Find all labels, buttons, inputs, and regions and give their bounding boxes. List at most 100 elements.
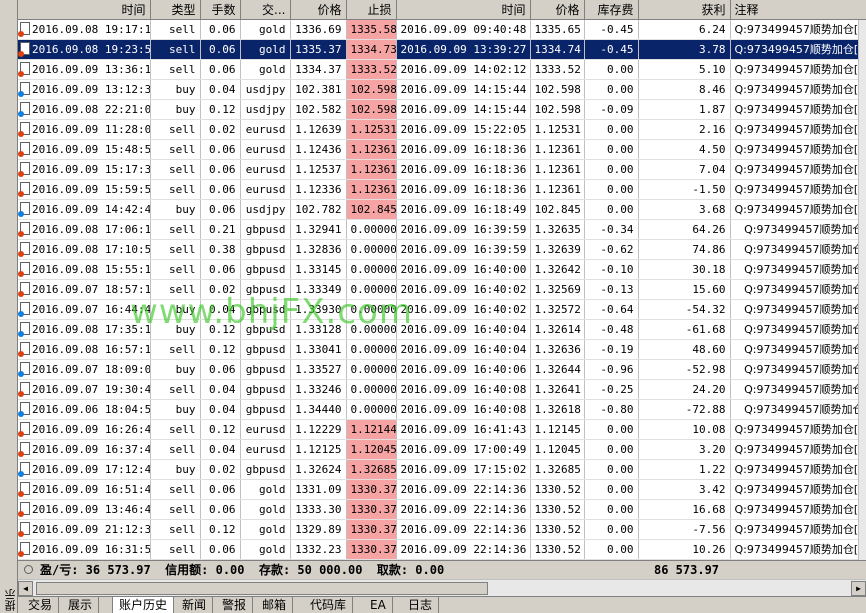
cell-close-time: 2016.09.09 14:02:12	[396, 59, 531, 80]
cell-swap: 0.00	[584, 119, 639, 140]
cell-profit: 2.16	[638, 119, 731, 140]
col-header-open-price[interactable]: 价格	[290, 0, 347, 20]
tab-2[interactable]: 账户历史	[112, 597, 175, 613]
vertical-scrollbar[interactable]	[858, 20, 866, 560]
table-row[interactable]: 2016.09.09 13:36:11 sell 0.06 gold 1334.37 13…	[18, 59, 866, 80]
tab-1[interactable]: 展示	[62, 597, 100, 613]
cell-open-time: 2016.09.08 22:21:02	[18, 99, 151, 120]
cell-close-time: 2016.09.09 16:40:02	[396, 279, 531, 300]
tab-0[interactable]: 交易	[22, 597, 60, 613]
cell-symbol: gbpusd	[240, 359, 291, 380]
table-row[interactable]: 2016.09.08 19:23:59 sell 0.06 gold 1335.37 13…	[18, 39, 866, 60]
table-row[interactable]: 2016.09.08 22:21:02 buy 0.12 usdjpy 102.582 1…	[18, 99, 866, 120]
cell-swap: -0.48	[584, 319, 639, 340]
col-header-swap[interactable]: 库存费	[584, 0, 639, 20]
table-row[interactable]: 2016.09.09 15:17:37 sell 0.06 eurusd 1.12537…	[18, 159, 866, 180]
table-row[interactable]: 2016.09.08 17:10:55 sell 0.38 gbpusd 1.32836…	[18, 239, 866, 260]
horizontal-scrollbar[interactable]: ◀ ▶	[18, 579, 866, 596]
table-row[interactable]: 2016.09.09 16:26:45 sell 0.12 eurusd 1.12229…	[18, 419, 866, 440]
col-header-close-price[interactable]: 价格	[530, 0, 585, 20]
cell-close-price: 1.32644	[530, 359, 585, 380]
scroll-left-arrow-icon[interactable]: ◀	[18, 581, 33, 596]
cell-comment: Q:973499457顺势加仓[sl]	[730, 59, 866, 80]
sell-order-icon	[18, 142, 30, 157]
table-row[interactable]: 2016.09.08 15:55:12 sell 0.06 gbpusd 1.33145…	[18, 259, 866, 280]
table-row[interactable]: 2016.09.08 19:17:15 sell 0.06 gold 1336.69 13…	[18, 19, 866, 40]
scroll-thumb[interactable]	[36, 582, 488, 595]
open-time-text: 2016.09.09 21:12:33	[32, 523, 150, 536]
table-row[interactable]: 2016.09.07 19:30:47 sell 0.04 gbpusd 1.33246…	[18, 379, 866, 400]
open-time-text: 2016.09.08 17:10:55	[32, 243, 150, 256]
cell-close-time: 2016.09.09 16:18:49	[396, 199, 531, 220]
cell-close-price: 1.12361	[530, 159, 585, 180]
col-header-profit[interactable]: 获利	[638, 0, 731, 20]
table-row[interactable]: 2016.09.09 16:31:53 sell 0.06 gold 1332.23 13…	[18, 539, 866, 560]
table-row[interactable]: 2016.09.09 13:46:40 sell 0.06 gold 1333.30 13…	[18, 499, 866, 520]
tab-7[interactable]: EA	[364, 597, 393, 613]
table-row[interactable]: 2016.09.06 18:04:59 buy 0.04 gbpusd 1.34440 0…	[18, 399, 866, 420]
cell-comment: Q:973499457顺势加仓[sl]	[730, 39, 866, 60]
sell-order-icon	[18, 222, 30, 237]
table-row[interactable]: 2016.09.09 21:12:33 sell 0.12 gold 1329.89 13…	[18, 519, 866, 540]
col-header-close-time[interactable]: 时间	[396, 0, 531, 20]
cell-close-price: 1335.65	[530, 19, 585, 40]
open-time-text: 2016.09.08 16:57:13	[32, 343, 150, 356]
sell-order-icon	[18, 42, 30, 57]
cell-close-time: 2016.09.09 15:22:05	[396, 119, 531, 140]
cell-stop-loss: 102.845	[346, 199, 397, 220]
cell-open-price: 1333.30	[290, 499, 347, 520]
cell-swap: -0.62	[584, 239, 639, 260]
cell-open-time: 2016.09.06 18:04:59	[18, 399, 151, 420]
cell-profit: -54.32	[638, 299, 731, 320]
cell-open-price: 102.381	[290, 79, 347, 100]
cell-open-price: 1.33930	[290, 299, 347, 320]
table-row[interactable]: 2016.09.08 17:06:14 sell 0.21 gbpusd 1.32941…	[18, 219, 866, 240]
cell-open-time: 2016.09.09 16:51:43	[18, 479, 151, 500]
table-row[interactable]: 2016.09.08 16:57:13 sell 0.12 gbpusd 1.33041…	[18, 339, 866, 360]
cell-profit: 7.04	[638, 159, 731, 180]
cell-open-price: 1.33349	[290, 279, 347, 300]
table-row[interactable]: 2016.09.09 16:51:43 sell 0.06 gold 1331.09 13…	[18, 479, 866, 500]
table-row[interactable]: 2016.09.09 16:37:48 sell 0.04 eurusd 1.12125…	[18, 439, 866, 460]
table-row[interactable]: 2016.09.07 18:57:15 sell 0.02 gbpusd 1.33349…	[18, 279, 866, 300]
cell-open-price: 1335.37	[290, 39, 347, 60]
cell-open-time: 2016.09.09 15:59:58	[18, 179, 151, 200]
col-header-symbol[interactable]: 交...	[240, 0, 291, 20]
table-row[interactable]: 2016.09.09 17:12:42 buy 0.02 gbpusd 1.32624 1…	[18, 459, 866, 480]
col-header-comment[interactable]: 注释	[730, 0, 866, 20]
cell-comment: Q:973499457顺势加仓	[730, 379, 866, 400]
cell-close-time: 2016.09.09 16:40:00	[396, 259, 531, 280]
cell-profit: 1.22	[638, 459, 731, 480]
cell-profit: 16.68	[638, 499, 731, 520]
tab-6[interactable]: 代码库	[304, 597, 354, 613]
table-row[interactable]: 2016.09.07 16:44:41 buy 0.04 gbpusd 1.33930 0…	[18, 299, 866, 320]
cell-type: sell	[150, 159, 201, 180]
table-row[interactable]: 2016.09.09 15:59:58 sell 0.06 eurusd 1.12336…	[18, 179, 866, 200]
tab-4[interactable]: 警报	[216, 597, 254, 613]
col-header-open-time[interactable]: 时间	[18, 0, 151, 20]
table-row[interactable]: 2016.09.09 11:28:04 sell 0.02 eurusd 1.12639…	[18, 119, 866, 140]
table-row[interactable]: 2016.09.09 15:48:59 sell 0.06 eurusd 1.12436…	[18, 139, 866, 160]
table-row[interactable]: 2016.09.09 13:12:38 buy 0.04 usdjpy 102.381 1…	[18, 79, 866, 100]
scroll-right-arrow-icon[interactable]: ▶	[851, 581, 866, 596]
open-time-text: 2016.09.09 16:37:48	[32, 443, 150, 456]
sell-order-icon	[18, 282, 30, 297]
cell-open-time: 2016.09.09 16:26:45	[18, 419, 151, 440]
tab-5[interactable]: 邮箱	[256, 597, 294, 613]
col-header-lots[interactable]: 手数	[200, 0, 241, 20]
open-time-text: 2016.09.08 17:06:14	[32, 223, 150, 236]
cell-symbol: gold	[240, 39, 291, 60]
cell-close-time: 2016.09.09 17:15:02	[396, 459, 531, 480]
col-header-type[interactable]: 类型	[150, 0, 201, 20]
tab-8[interactable]: 日志	[402, 597, 440, 613]
cell-profit: -52.98	[638, 359, 731, 380]
cell-profit: 30.18	[638, 259, 731, 280]
cell-comment: Q:973499457顺势加仓[sl]	[730, 419, 866, 440]
tab-3[interactable]: 新闻	[176, 597, 214, 613]
table-row[interactable]: 2016.09.08 17:35:13 buy 0.12 gbpusd 1.33128 0…	[18, 319, 866, 340]
cell-close-time: 2016.09.09 16:39:59	[396, 219, 531, 240]
table-row[interactable]: 2016.09.09 14:42:45 buy 0.06 usdjpy 102.782 1…	[18, 199, 866, 220]
cell-symbol: gold	[240, 479, 291, 500]
table-row[interactable]: 2016.09.07 18:09:00 buy 0.06 gbpusd 1.33527 0…	[18, 359, 866, 380]
col-header-stop-loss[interactable]: 止损	[346, 0, 397, 20]
